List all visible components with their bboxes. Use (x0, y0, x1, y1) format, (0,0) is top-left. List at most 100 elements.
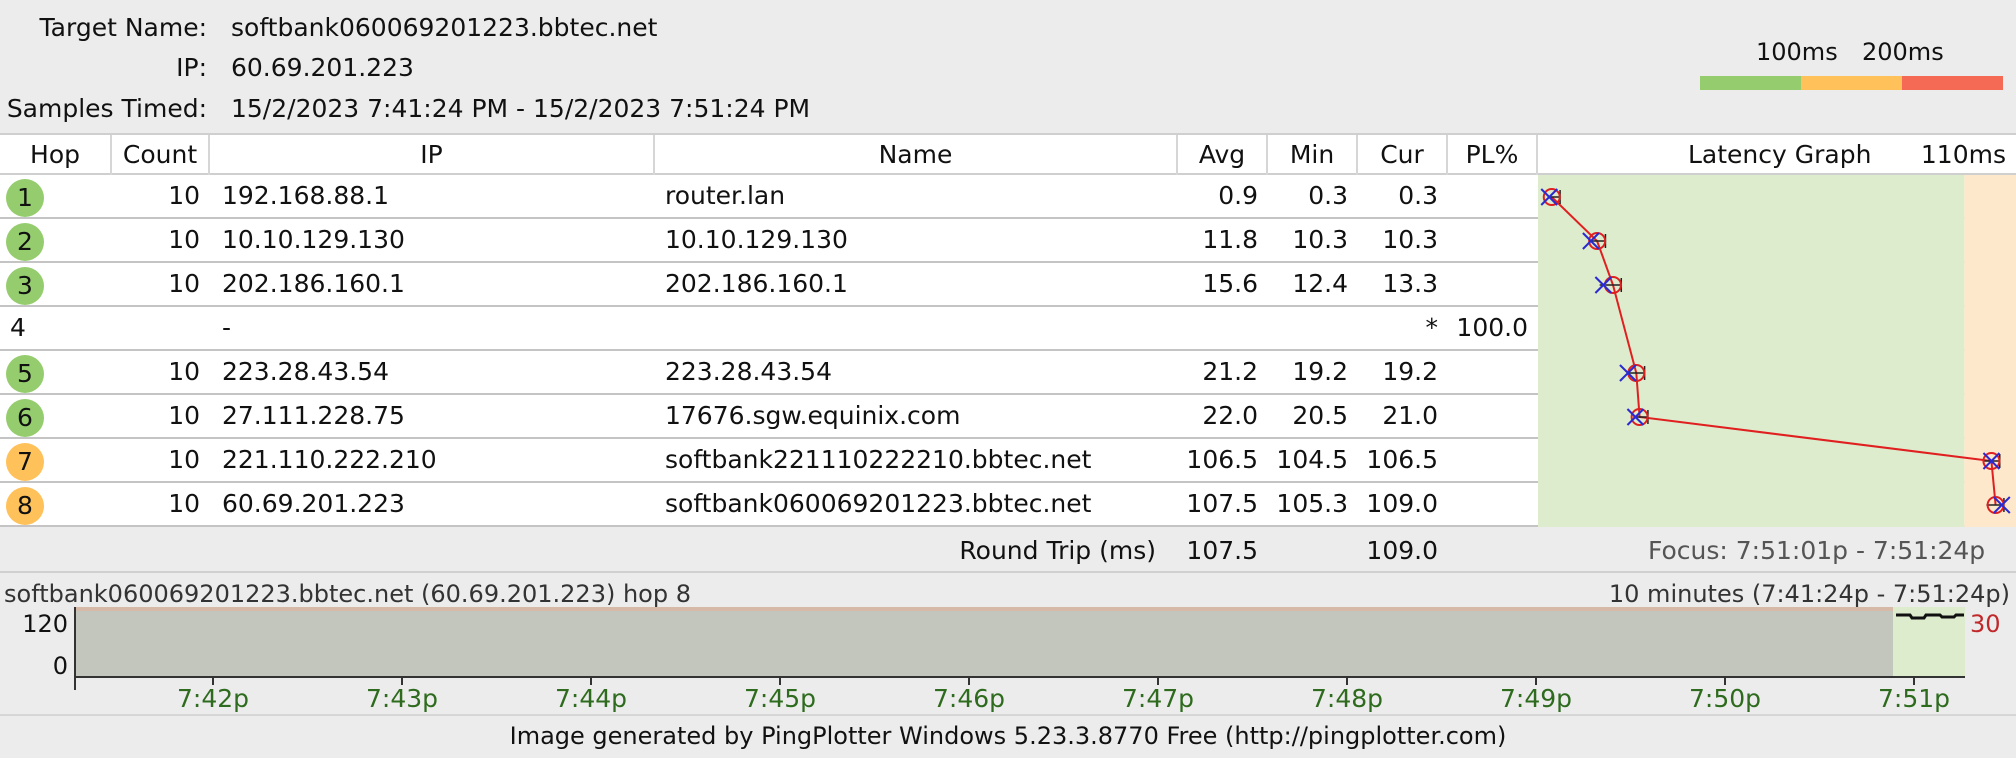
timeline-top-band (75, 607, 1893, 611)
hop-avg-cell (1178, 307, 1258, 349)
round-trip-cur: 109.0 (1366, 536, 1438, 565)
hop-min-cell: 104.5 (1276, 445, 1348, 474)
hop-number-badge: 4 (10, 313, 26, 342)
timeline-tick-label: 7:42p (177, 684, 250, 713)
target-name-value: softbank060069201223.bbtec.net (231, 13, 658, 42)
col-name[interactable]: Name (655, 135, 1178, 175)
timeline-chart[interactable] (0, 600, 2016, 690)
hop-avg-cell: 22.0 (1202, 401, 1258, 430)
hop-ip-cell: 221.110.222.210 (222, 445, 437, 474)
hop-number-badge: 1 (6, 179, 44, 217)
col-pl[interactable]: PL% (1448, 135, 1538, 175)
hop-ip-cell: 10.10.129.130 (222, 225, 405, 254)
hop-cur-cell: 21.0 (1382, 401, 1438, 430)
hop-count-cell: 10 (168, 269, 200, 298)
timeline-history-area (75, 607, 1893, 677)
hop-cur-cell: 19.2 (1382, 357, 1438, 386)
latency-graph-title: Latency Graph (1688, 140, 1872, 169)
hop-min-cell: 12.4 (1292, 269, 1348, 298)
col-cur[interactable]: Cur (1358, 135, 1448, 175)
hop-pl-cell (1448, 351, 1528, 393)
col-latency-graph[interactable]: Latency Graph 110ms (1538, 135, 2016, 175)
hop-number-badge: 7 (6, 443, 44, 481)
hop-avg-cell: 15.6 (1202, 269, 1258, 298)
hop-pl-cell (1448, 263, 1528, 305)
table-header: Hop Count IP Name Avg Min Cur PL% Latenc… (0, 133, 2016, 175)
hop-count-cell: 10 (168, 357, 200, 386)
hop-avg-cell: 107.5 (1186, 489, 1258, 518)
col-ip[interactable]: IP (210, 135, 655, 175)
hop-min-cell: 105.3 (1276, 489, 1348, 518)
hop-ip-cell: 60.69.201.223 (222, 489, 405, 518)
hop-name-cell: 223.28.43.54 (665, 357, 832, 386)
graph-warn-zone (1964, 175, 2016, 527)
hop-ip-cell: 223.28.43.54 (222, 357, 389, 386)
scale-label-200: 200ms (1862, 38, 1944, 66)
hop-avg-cell: 11.8 (1202, 225, 1258, 254)
latency-graph[interactable] (1538, 175, 2016, 527)
hop-name-cell: 202.186.160.1 (665, 269, 848, 298)
round-trip-label: Round Trip (ms) (959, 536, 1156, 565)
col-hop[interactable]: Hop (0, 135, 112, 175)
col-count[interactable]: Count (112, 135, 210, 175)
hop-pl-cell: 100.0 (1456, 313, 1528, 342)
hop-pl-cell (1448, 219, 1528, 261)
scale-label-100: 100ms (1756, 38, 1838, 66)
samples-timed-label: Samples Timed: (6, 94, 207, 123)
hop-ip-cell: 27.111.228.75 (222, 401, 405, 430)
hop-ip-cell: 202.186.160.1 (222, 269, 405, 298)
focus-range: Focus: 7:51:01p - 7:51:24p (1648, 536, 1986, 565)
hop-cur-cell: 106.5 (1366, 445, 1438, 474)
hop-avg-cell: 0.9 (1218, 181, 1258, 210)
col-min[interactable]: Min (1268, 135, 1358, 175)
timeline-tick-label: 7:49p (1500, 684, 1573, 713)
hop-count-cell: 10 (168, 401, 200, 430)
hop-pl-cell (1448, 395, 1528, 437)
scale-warn-segment (1801, 76, 1902, 90)
hop-cur-cell: 0.3 (1398, 181, 1438, 210)
latency-graph-max: 110ms (1920, 140, 2006, 169)
hop-name-cell: softbank060069201223.bbtec.net (665, 489, 1092, 518)
target-name-label: Target Name: (39, 13, 207, 42)
hop-pl-cell (1448, 439, 1528, 481)
hop-number-badge: 8 (6, 487, 44, 525)
graph-good-zone (1538, 175, 1965, 527)
timeline-tick-label: 7:47p (1122, 684, 1195, 713)
timeline-tick-label: 7:48p (1311, 684, 1384, 713)
hop-name-cell: 10.10.129.130 (665, 225, 848, 254)
hop-min-cell: 19.2 (1292, 357, 1348, 386)
timeline-tick-label: 7:45p (744, 684, 817, 713)
hop-min-cell (1268, 307, 1348, 349)
timeline-tick-label: 7:46p (933, 684, 1006, 713)
target-ip-label: IP: (176, 53, 207, 82)
hop-pl-cell (1448, 483, 1528, 525)
timeline-tick-label: 7:44p (555, 684, 628, 713)
hop-name-cell: router.lan (665, 181, 786, 210)
hop-count-cell: 10 (168, 181, 200, 210)
target-ip-value: 60.69.201.223 (231, 53, 414, 82)
hop-min-cell: 10.3 (1292, 225, 1348, 254)
timeline-tick-label: 7:43p (366, 684, 439, 713)
hop-ip-cell: 192.168.88.1 (222, 181, 389, 210)
hop-name-cell: 17676.sgw.equinix.com (665, 401, 961, 430)
scale-good-segment (1700, 76, 1801, 90)
hop-count-cell (112, 307, 200, 349)
hop-cur-cell: * (1425, 313, 1439, 342)
generated-by-text: Image generated by PingPlotter Windows 5… (509, 722, 1507, 750)
hop-count-cell: 10 (168, 445, 200, 474)
hop-cur-cell: 109.0 (1366, 489, 1438, 518)
hop-cur-cell: 10.3 (1382, 225, 1438, 254)
hop-name-cell: softbank221110222210.bbtec.net (665, 445, 1092, 474)
timeline-tick-label: 7:50p (1689, 684, 1762, 713)
hop-number-badge: 2 (6, 223, 44, 261)
hop-name-cell (665, 307, 1175, 349)
hop-number-badge: 6 (6, 399, 44, 437)
timeline-tick-label: 7:51p (1878, 684, 1951, 713)
hop-pl-cell (1448, 175, 1528, 217)
hop-min-cell: 20.5 (1292, 401, 1348, 430)
hop-number-badge: 5 (6, 355, 44, 393)
hop-avg-cell: 21.2 (1202, 357, 1258, 386)
col-avg[interactable]: Avg (1178, 135, 1268, 175)
hop-avg-cell: 106.5 (1186, 445, 1258, 474)
hop-number-badge: 3 (6, 267, 44, 305)
